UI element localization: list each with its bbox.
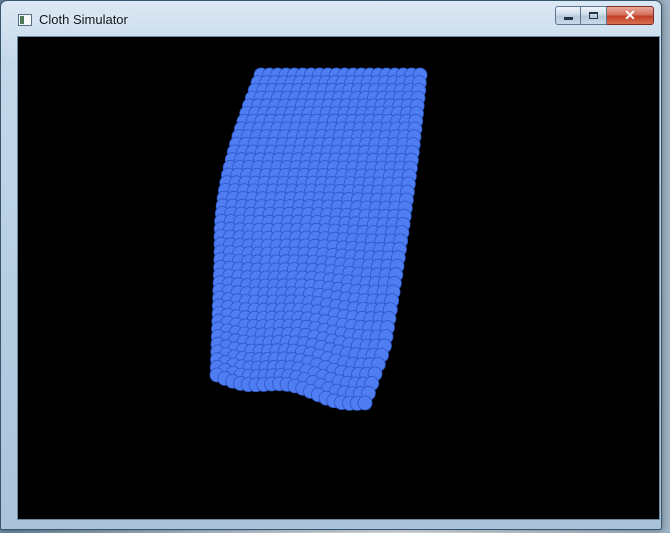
cloth-particle (357, 395, 373, 411)
simulation-viewport[interactable] (17, 36, 660, 520)
close-button[interactable]: ✕ (607, 6, 654, 25)
maximize-button[interactable] (581, 6, 607, 25)
minimize-icon (563, 17, 573, 20)
close-icon: ✕ (624, 7, 636, 23)
app-window-icon[interactable] (18, 14, 32, 26)
cloth-canvas (209, 67, 428, 411)
window-title: Cloth Simulator (39, 12, 128, 27)
window-controls: ✕ (555, 6, 654, 25)
minimize-button[interactable] (555, 6, 581, 25)
maximize-icon (589, 12, 598, 19)
app-window: Cloth Simulator ✕ (0, 0, 662, 530)
title-bar[interactable]: Cloth Simulator ✕ (1, 1, 661, 33)
